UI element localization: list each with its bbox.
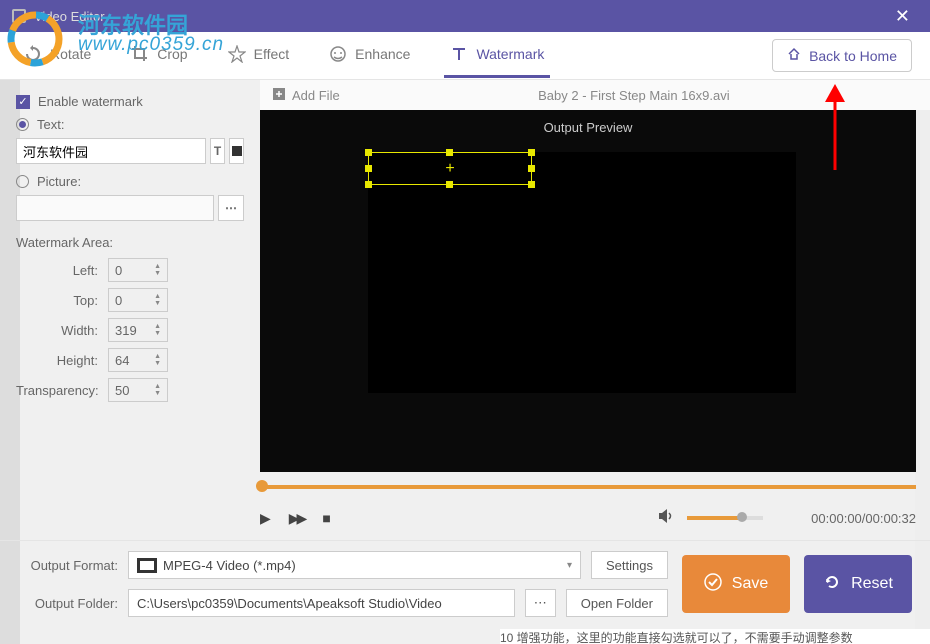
wm-handle-tl[interactable] — [365, 149, 372, 156]
tab-rotate[interactable]: Rotate — [18, 33, 97, 78]
wm-handle-tr[interactable] — [528, 149, 535, 156]
tab-watermark[interactable]: Watermark — [444, 33, 550, 78]
save-button[interactable]: Save — [682, 555, 790, 613]
wm-handle-tm[interactable] — [446, 149, 453, 156]
tab-watermark-label: Watermark — [476, 46, 544, 62]
mp4-icon — [137, 558, 157, 573]
volume-slider[interactable] — [687, 516, 763, 520]
wm-handle-rm[interactable] — [528, 165, 535, 172]
watermark-icon — [450, 45, 468, 63]
tab-effect-label: Effect — [254, 46, 290, 62]
app-icon — [12, 9, 26, 23]
picture-radio[interactable] — [16, 175, 29, 188]
color-button[interactable] — [229, 138, 244, 164]
enable-watermark-label: Enable watermark — [38, 94, 143, 109]
add-file-icon — [272, 87, 286, 104]
tab-enhance-label: Enhance — [355, 46, 410, 62]
background-text: 10 增强功能，这里的功能直接勾选就可以了，不需要手动调整参数 — [500, 629, 930, 644]
wm-handle-bm[interactable] — [446, 181, 453, 188]
transparency-stepper[interactable]: 50▲▼ — [108, 378, 168, 402]
save-label: Save — [732, 575, 768, 593]
width-stepper[interactable]: 319▲▼ — [108, 318, 168, 342]
font-button[interactable]: T — [210, 138, 225, 164]
titlebar: Video Editor ✕ — [0, 0, 930, 32]
playback-controls: ▶ ▶▶ ■ 00:00:00/00:00:32 — [260, 496, 930, 540]
enhance-icon — [329, 45, 347, 63]
volume-icon[interactable] — [657, 507, 675, 530]
watermark-box[interactable]: + — [368, 152, 532, 185]
video-frame — [368, 152, 796, 393]
watermark-center-icon: + — [445, 160, 454, 178]
tab-enhance[interactable]: Enhance — [323, 33, 416, 78]
back-to-home-button[interactable]: Back to Home — [772, 39, 912, 72]
wm-handle-br[interactable] — [528, 181, 535, 188]
left-stepper[interactable]: 0▲▼ — [108, 258, 168, 282]
browse-folder-button[interactable]: ⋯ — [525, 589, 556, 617]
tab-crop-label: Crop — [157, 46, 187, 62]
preview-canvas[interactable]: Output Preview + — [260, 110, 916, 472]
stop-button[interactable]: ■ — [322, 510, 330, 526]
close-button[interactable]: ✕ — [887, 6, 918, 27]
preview-header: Add File Baby 2 - First Step Main 16x9.a… — [260, 80, 930, 110]
left-label: Left: — [16, 263, 108, 278]
toolbar: Rotate Crop Effect Enhance Watermark Bac… — [0, 32, 930, 80]
height-stepper[interactable]: 64▲▼ — [108, 348, 168, 372]
progress-bar[interactable] — [260, 478, 930, 496]
crop-icon — [131, 45, 149, 63]
chevron-down-icon: ▾ — [567, 560, 572, 571]
browse-picture-button[interactable]: ⋯ — [218, 195, 244, 221]
watermark-panel: ✓ Enable watermark Text: T Picture: ⋯ Wa… — [0, 80, 260, 540]
reset-label: Reset — [851, 575, 893, 593]
output-format-select[interactable]: MPEG-4 Video (*.mp4) ▾ — [128, 551, 581, 579]
progress-thumb[interactable] — [256, 480, 268, 492]
enable-watermark-checkbox[interactable]: ✓ — [16, 95, 30, 109]
wm-handle-lm[interactable] — [365, 165, 372, 172]
reset-button[interactable]: Reset — [804, 555, 912, 613]
tab-effect[interactable]: Effect — [222, 33, 296, 78]
titlebar-title: Video Editor — [34, 9, 887, 24]
output-folder-value: C:\Users\pc0359\Documents\Apeaksoft Stud… — [137, 596, 442, 611]
open-folder-button[interactable]: Open Folder — [566, 589, 668, 617]
watermark-area-label: Watermark Area: — [16, 235, 244, 250]
output-folder-label: Output Folder: — [18, 596, 118, 611]
picture-radio-label: Picture: — [37, 174, 81, 189]
effect-icon — [228, 45, 246, 63]
text-radio[interactable] — [16, 118, 29, 131]
add-file-label: Add File — [292, 88, 340, 103]
add-file-button[interactable]: Add File — [272, 87, 340, 104]
bottom-bar: Output Format: MPEG-4 Video (*.mp4) ▾ Se… — [0, 540, 930, 627]
output-format-value: MPEG-4 Video (*.mp4) — [163, 558, 296, 573]
top-stepper[interactable]: 0▲▼ — [108, 288, 168, 312]
transparency-label: Transparency: — [16, 383, 108, 398]
next-button[interactable]: ▶▶ — [289, 510, 305, 527]
rotate-icon — [24, 45, 42, 63]
tab-rotate-label: Rotate — [50, 46, 91, 62]
reset-icon — [823, 573, 841, 596]
time-display: 00:00:00/00:00:32 — [811, 511, 916, 526]
tab-crop[interactable]: Crop — [125, 33, 193, 78]
text-radio-label: Text: — [37, 117, 64, 132]
settings-button[interactable]: Settings — [591, 551, 668, 579]
preview-title: Output Preview — [260, 120, 916, 135]
top-label: Top: — [16, 293, 108, 308]
check-icon — [704, 573, 722, 596]
output-format-label: Output Format: — [18, 558, 118, 573]
volume-thumb[interactable] — [737, 512, 747, 522]
current-file-name: Baby 2 - First Step Main 16x9.avi — [350, 88, 918, 103]
height-label: Height: — [16, 353, 108, 368]
watermark-text-input[interactable] — [16, 138, 206, 164]
back-label: Back to Home — [809, 48, 897, 64]
home-icon — [787, 47, 801, 64]
width-label: Width: — [16, 323, 108, 338]
picture-path-input[interactable] — [16, 195, 214, 221]
play-button[interactable]: ▶ — [260, 510, 271, 527]
wm-handle-bl[interactable] — [365, 181, 372, 188]
output-folder-input[interactable]: C:\Users\pc0359\Documents\Apeaksoft Stud… — [128, 589, 515, 617]
